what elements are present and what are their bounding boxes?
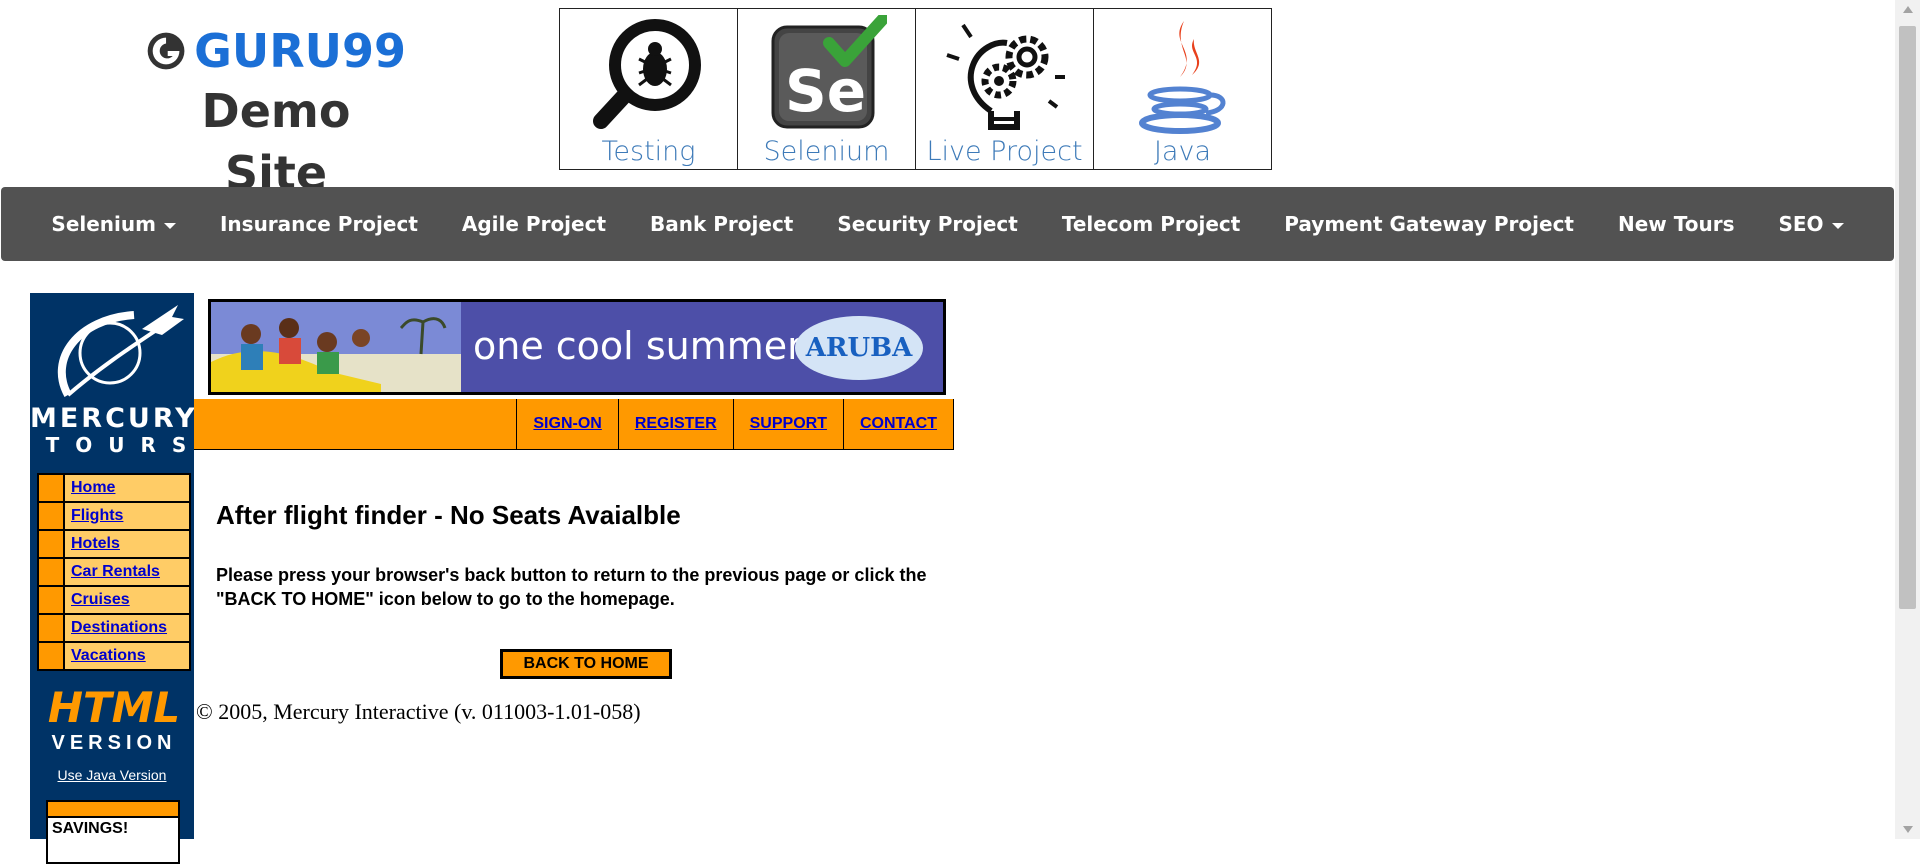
page-heading: After flight finder - No Seats Avaialble [216, 500, 681, 530]
menu-link-hotels[interactable]: Hotels [65, 531, 120, 557]
savings-label: SAVINGS! [52, 820, 129, 837]
scroll-thumb[interactable] [1899, 26, 1916, 609]
savings-box[interactable]: SAVINGS! [46, 800, 180, 864]
sign-on-link[interactable]: SIGN-ON [516, 399, 617, 449]
html-version-line1: HTML [47, 683, 181, 732]
nav-security-project[interactable]: Security Project [815, 212, 1039, 236]
menu-row-car-rentals: Car Rentals [39, 559, 189, 585]
svg-text:Se: Se [785, 57, 866, 125]
tours-wordmark: TOURS [45, 433, 203, 457]
menu-bullet [39, 587, 65, 613]
nav-label: Selenium [51, 212, 156, 236]
menu-bullet [39, 615, 65, 641]
menu-link-cruises[interactable]: Cruises [65, 587, 130, 613]
nav-seo[interactable]: SEO [1756, 212, 1865, 236]
menu-link-home[interactable]: Home [65, 475, 115, 501]
top-link-bar: SIGN-ON REGISTER SUPPORT CONTACT [194, 399, 954, 450]
menu-link-destinations[interactable]: Destinations [65, 615, 167, 641]
instruction-message: Please press your browser's back button … [216, 565, 927, 609]
menu-link-car-rentals[interactable]: Car Rentals [65, 559, 160, 585]
top-links: SIGN-ON REGISTER SUPPORT CONTACT [516, 399, 954, 449]
nav-insurance-project[interactable]: Insurance Project [198, 212, 440, 236]
nav-telecom-project[interactable]: Telecom Project [1040, 212, 1262, 236]
guru99-logo[interactable]: GURU99 Demo Site [146, 26, 406, 204]
menu-row-hotels: Hotels [39, 531, 189, 557]
aruba-banner[interactable]: one cool summer ARUBA [208, 299, 946, 395]
copyright-text: © 2005, Mercury Interactive (v. 011003-1… [196, 699, 641, 724]
java-cup-icon [1138, 21, 1225, 134]
scroll-down-arrow-icon[interactable] [1903, 826, 1913, 833]
support-link[interactable]: SUPPORT [732, 399, 843, 449]
nav-payment-gateway-project[interactable]: Payment Gateway Project [1262, 212, 1596, 236]
tile-label: Selenium [763, 136, 890, 167]
lightbulb-gears-icon [945, 23, 1065, 130]
vertical-scrollbar[interactable] [1895, 0, 1920, 839]
menu-row-home: Home [39, 475, 189, 501]
menu-row-cruises: Cruises [39, 587, 189, 613]
menu-link-flights[interactable]: Flights [65, 503, 123, 529]
menu-bullet [39, 559, 65, 585]
nav-bank-project[interactable]: Bank Project [628, 212, 815, 236]
tile-label: Testing [601, 136, 696, 167]
magnifier-bug-icon [592, 19, 701, 129]
menu-bullet [39, 643, 65, 669]
menu-row-flights: Flights [39, 503, 189, 529]
menu-row-vacations: Vacations [39, 643, 189, 669]
mercury-side-menu: Home Flights Hotels Car Rentals Cruises … [37, 473, 191, 671]
caret-down-icon [1831, 222, 1844, 229]
aruba-text: ARUBA [805, 333, 913, 363]
html-version-line2: VERSION [51, 732, 177, 754]
guru99-mark-icon [147, 32, 185, 70]
back-to-home-button[interactable]: BACK TO HOME [500, 649, 672, 679]
beach-photo [211, 302, 461, 392]
contact-link[interactable]: CONTACT [842, 399, 954, 449]
menu-bullet [39, 475, 65, 501]
tile-label: Live Project [926, 136, 1083, 167]
menu-link-vacations[interactable]: Vacations [65, 643, 146, 669]
tile-live-project[interactable]: Live Project [916, 9, 1094, 169]
savings-bar [48, 802, 178, 818]
caret-down-icon [163, 222, 176, 229]
menu-bullet [39, 531, 65, 557]
nav-selenium[interactable]: Selenium [29, 212, 198, 236]
nav-agile-project[interactable]: Agile Project [440, 212, 628, 236]
banner-text: one cool summer [473, 324, 803, 368]
tile-testing[interactable]: Testing [560, 9, 738, 169]
mercury-sidebar: MERCURY TOURS Home Flights Hotels Car Re… [30, 293, 198, 864]
use-java-version-link[interactable]: Use Java Version [30, 767, 194, 783]
tile-label: Java [1153, 136, 1212, 167]
mercury-plane-logo-icon[interactable] [38, 299, 186, 399]
nav-label: SEO [1778, 212, 1824, 236]
html-version-badge: HTML VERSION [44, 685, 184, 755]
tile-selenium[interactable]: Se Selenium [738, 9, 916, 169]
scroll-up-arrow-icon[interactable] [1903, 6, 1913, 13]
brand-name: GURU99 [194, 24, 406, 78]
site-subtitle: Demo Site [201, 84, 351, 200]
mercury-wordmark: MERCURY [30, 403, 198, 434]
menu-row-destinations: Destinations [39, 615, 189, 641]
tile-java[interactable]: Java [1094, 9, 1271, 169]
course-tiles: Testing Se Selenium Live Project Java [559, 8, 1272, 170]
aruba-logo: ARUBA [795, 316, 923, 380]
menu-bullet [39, 503, 65, 529]
selenium-logo-icon: Se [771, 15, 887, 129]
nav-new-tours[interactable]: New Tours [1596, 212, 1756, 236]
main-navbar: Selenium Insurance Project Agile Project… [1, 187, 1894, 261]
register-link[interactable]: REGISTER [617, 399, 733, 449]
mercury-tours-frame: MERCURY TOURS Home Flights Hotels Car Re… [30, 293, 954, 864]
